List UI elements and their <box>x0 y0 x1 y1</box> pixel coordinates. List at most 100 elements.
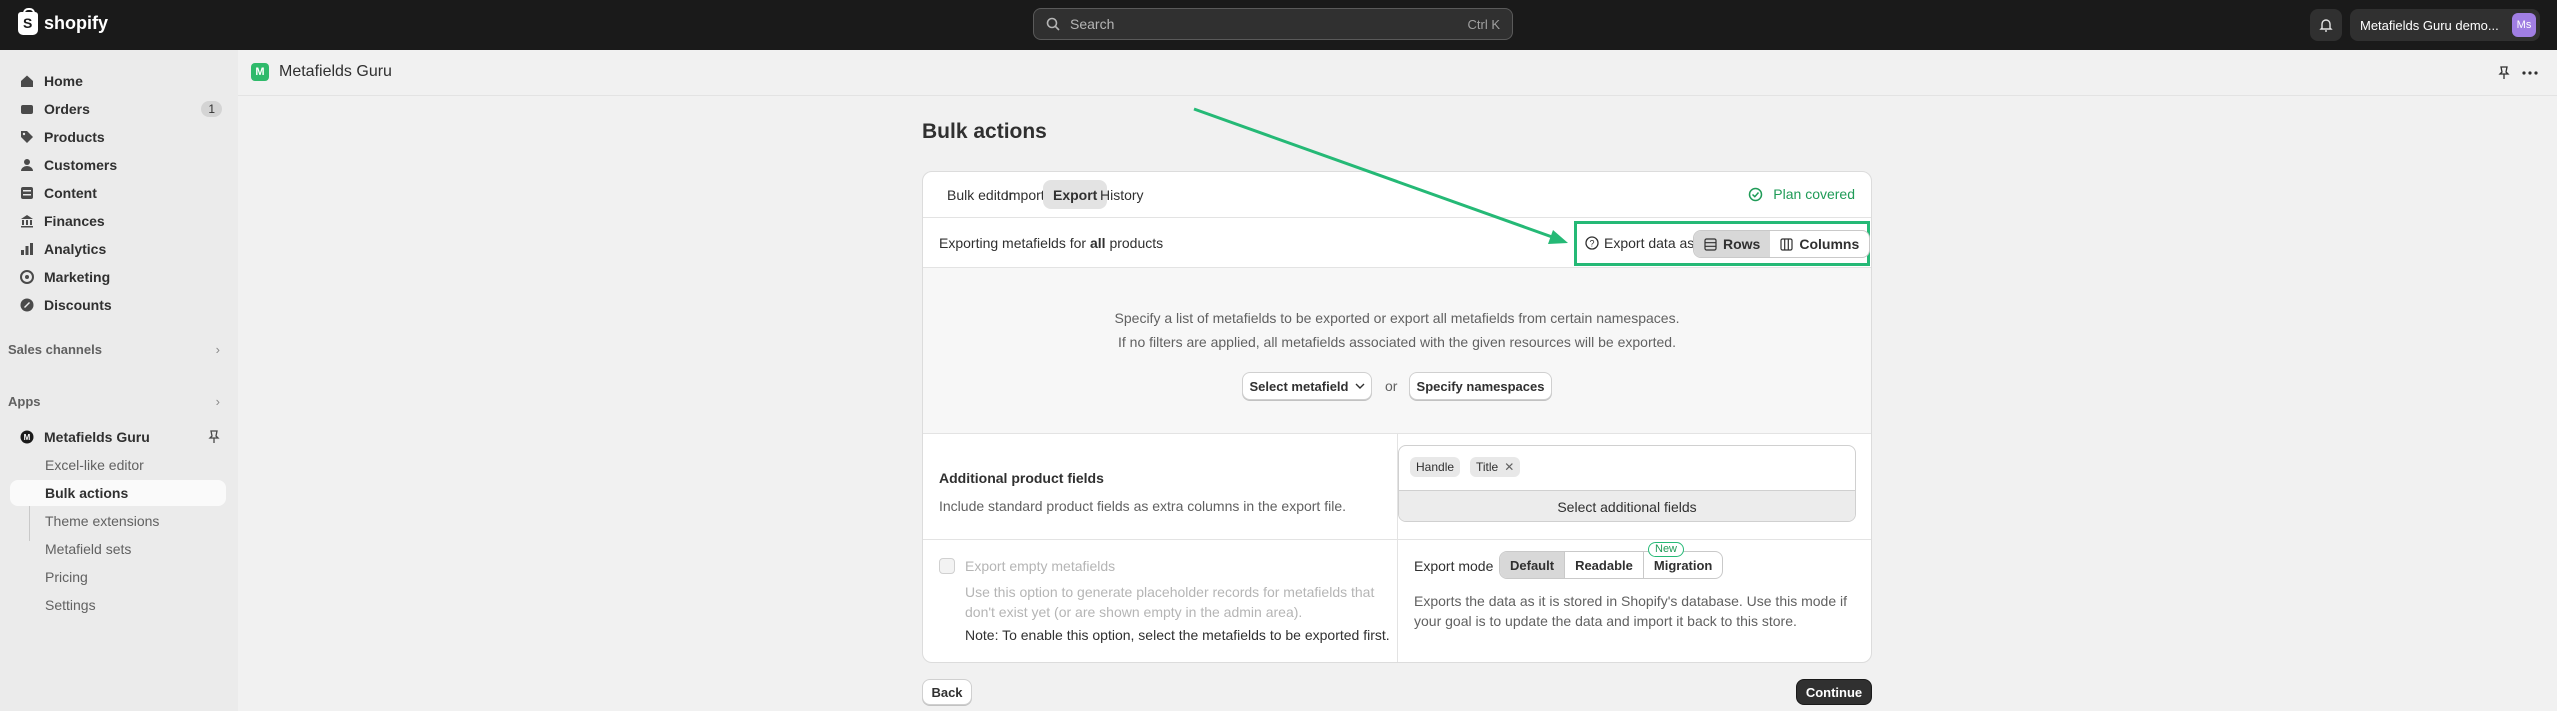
sidebar-item-label: Home <box>44 73 83 89</box>
sidebar-item-label: Analytics <box>44 241 107 257</box>
column-divider <box>1397 434 1398 540</box>
chevron-right-icon: › <box>215 342 220 357</box>
sidebar-item-content[interactable]: Content <box>10 179 226 207</box>
export-options-row: Export empty metafields Use this option … <box>923 540 1871 662</box>
avatar: Ms <box>2512 13 2536 37</box>
export-text-suffix: products <box>1109 235 1164 251</box>
rows-option-label: Rows <box>1723 236 1761 252</box>
export-mode-toggle: Default Readable Migration <box>1499 551 1724 579</box>
sidebar-item-customers[interactable]: Customers <box>10 151 226 179</box>
section-label: Sales channels <box>8 342 102 357</box>
sub-item-label: Bulk actions <box>45 485 129 501</box>
more-actions-icon[interactable] <box>2522 71 2538 75</box>
sidebar-sub-item-excel-editor[interactable]: Excel-like editor <box>10 452 226 478</box>
sidebar-sub-item-pricing[interactable]: Pricing <box>10 564 226 590</box>
sales-channels-section[interactable]: Sales channels › <box>8 342 220 357</box>
export-text-prefix: Exporting metafields for <box>939 235 1087 251</box>
check-circle-icon <box>1749 187 1763 201</box>
select-additional-fields-button[interactable]: Select additional fields <box>1399 490 1855 521</box>
sub-item-label: Pricing <box>45 569 88 585</box>
help-circle-icon[interactable]: ? <box>1585 236 1599 250</box>
plan-status: Plan covered <box>1748 186 1855 202</box>
mode-readable-option[interactable]: Readable <box>1564 552 1643 578</box>
sidebar-item-analytics[interactable]: Analytics <box>10 235 226 263</box>
chip-label: Title <box>1476 460 1499 474</box>
sidebar-item-marketing[interactable]: Marketing <box>10 263 226 291</box>
pin-icon[interactable] <box>2498 66 2510 80</box>
store-menu-button[interactable]: Metafields Guru demo... Ms <box>2350 9 2540 41</box>
export-format-toggle: Rows Columns <box>1693 230 1871 258</box>
export-empty-note: Note: To enable this option, select the … <box>965 627 1390 643</box>
continue-button[interactable]: Continue <box>1796 679 1872 705</box>
export-mode-description: Exports the data as it is stored in Shop… <box>1414 593 1848 629</box>
shopify-logo[interactable]: shopify <box>18 8 108 35</box>
close-icon[interactable]: ✕ <box>1504 460 1514 474</box>
search-placeholder: Search <box>1070 16 1115 32</box>
filter-hint-line-1: Specify a list of metafields to be expor… <box>1114 310 1680 326</box>
search-icon <box>1046 17 1060 31</box>
section-label: Apps <box>8 394 41 409</box>
export-empty-checkbox[interactable] <box>939 558 955 574</box>
page-title: Bulk actions <box>922 120 1047 143</box>
sidebar-item-label: Products <box>44 129 105 145</box>
additional-fields-box: Handle Title ✕ Select additional fields <box>1398 445 1856 522</box>
notifications-button[interactable] <box>2310 9 2342 41</box>
app-title: M Metafields Guru <box>251 63 392 81</box>
export-empty-label: Export empty metafields <box>965 558 1116 574</box>
sub-item-label: Excel-like editor <box>45 457 144 473</box>
top-bar: shopify Search Ctrl K Metafields Guru de… <box>0 0 2557 50</box>
sidebar-sub-item-metafield-sets[interactable]: Metafield sets <box>10 536 226 562</box>
columns-option[interactable]: Columns <box>1770 231 1869 257</box>
svg-text:M: M <box>24 433 31 442</box>
app-title-bar: M Metafields Guru <box>238 50 2557 96</box>
chip-label: Handle <box>1416 460 1455 474</box>
metafields-guru-icon: M <box>20 430 34 444</box>
select-metafield-button[interactable]: Select metafield <box>1242 372 1372 400</box>
tab-bar: Bulk editor Import Export History Plan c… <box>923 172 1871 218</box>
export-as-text: Export data as <box>1604 235 1695 251</box>
orders-icon <box>21 105 33 114</box>
filter-hint-line-2: If no filters are applied, all metafield… <box>1118 334 1676 350</box>
tab-history[interactable]: History <box>1090 180 1154 209</box>
sidebar-item-metafields-guru[interactable]: M Metafields Guru <box>10 423 226 451</box>
sidebar-item-products[interactable]: Products <box>10 123 226 151</box>
field-chip-title: Title ✕ <box>1470 457 1521 477</box>
sidebar-item-label: Discounts <box>44 297 112 313</box>
field-chip-handle: Handle <box>1410 457 1461 477</box>
apps-section[interactable]: Apps › <box>8 394 220 409</box>
export-format-highlight: ? Export data as Rows Columns <box>1574 221 1871 266</box>
columns-option-label: Columns <box>1799 236 1860 252</box>
content-icon <box>21 187 33 199</box>
sidebar-item-finances[interactable]: Finances <box>10 207 226 235</box>
back-button[interactable]: Back <box>922 679 972 705</box>
svg-text:?: ? <box>1589 239 1594 249</box>
pin-icon[interactable] <box>208 430 220 444</box>
search-bar[interactable]: Search Ctrl K <box>1033 8 1513 40</box>
export-scope-text: Exporting metafields for all products <box>939 235 1163 251</box>
sidebar-item-discounts[interactable]: Discounts <box>10 291 226 319</box>
bank-icon <box>21 215 33 228</box>
app-title-text: Metafields Guru <box>279 63 392 80</box>
or-separator: or <box>1385 378 1398 394</box>
sidebar-sub-item-theme-extensions[interactable]: Theme extensions <box>10 508 226 534</box>
store-name: Metafields Guru demo... <box>2360 17 2499 33</box>
export-empty-help: Use this option to generate placeholder … <box>965 584 1375 620</box>
column-divider <box>1397 540 1398 662</box>
export-mode-label: Export mode <box>1414 558 1494 574</box>
sidebar-item-orders[interactable]: Orders 1 <box>10 95 226 123</box>
sidebar-item-label: Marketing <box>44 269 111 285</box>
home-icon <box>21 75 33 87</box>
metafields-guru-app-icon: M <box>251 63 269 81</box>
rows-option[interactable]: Rows <box>1694 231 1771 257</box>
search-shortcut: Ctrl K <box>1467 16 1501 32</box>
new-badge: New <box>1648 542 1685 557</box>
sidebar-sub-item-settings[interactable]: Settings <box>10 592 226 618</box>
rows-icon <box>1704 237 1717 251</box>
mode-default-option[interactable]: Default <box>1500 552 1565 578</box>
sidebar-item-label: Orders <box>44 101 90 117</box>
sidebar-sub-item-bulk-actions[interactable]: Bulk actions <box>10 480 226 506</box>
discount-icon <box>20 298 34 312</box>
export-scope-row: Exporting metafields for all products ? … <box>923 218 1871 268</box>
sidebar-item-home[interactable]: Home <box>10 67 226 95</box>
specify-namespaces-button[interactable]: Specify namespaces <box>1409 372 1552 400</box>
